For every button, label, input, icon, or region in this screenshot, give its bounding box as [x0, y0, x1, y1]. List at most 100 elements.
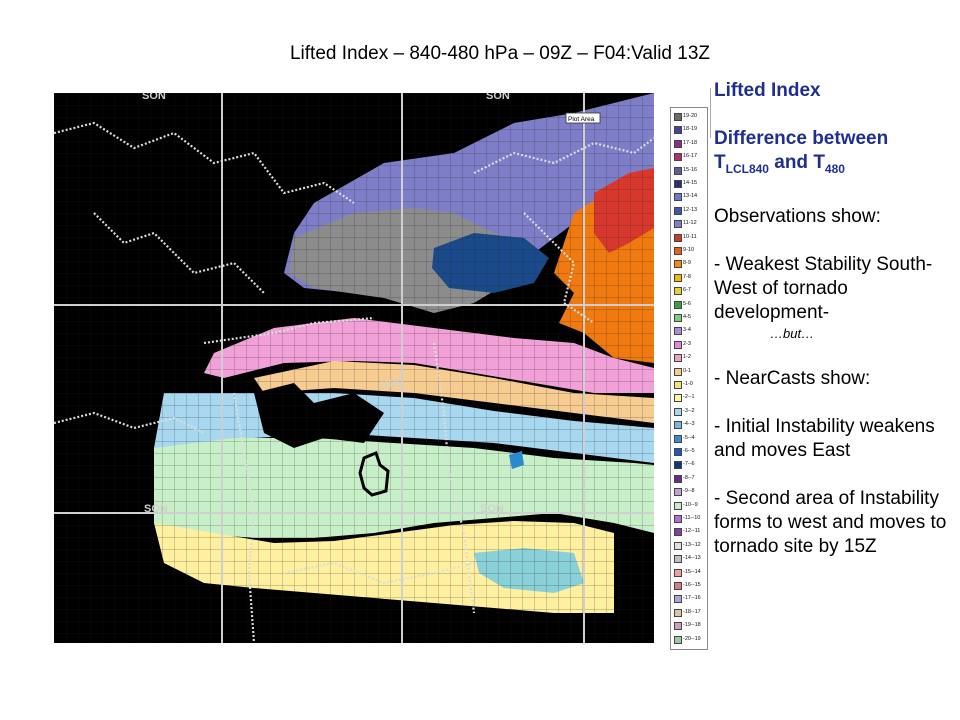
legend-swatch: [674, 260, 682, 269]
legend-label: -18--17: [683, 608, 701, 615]
legend-label: -17--16: [683, 595, 701, 602]
legend-label: 13-14: [683, 193, 698, 200]
page-title: Lifted Index – 840-480 hPa – 09Z – F04:V…: [289, 43, 711, 64]
legend-label: -4--3: [683, 421, 695, 428]
legend-swatch: [674, 488, 682, 497]
legend-label: 9-10: [683, 247, 695, 253]
map-canvas: SON SON COE SON SON Plot Area: [54, 93, 654, 643]
legend-label: -7--6: [683, 461, 695, 468]
legend-swatch: [674, 474, 682, 483]
legend-label: -13--12: [683, 541, 701, 548]
legend-swatch: [674, 340, 682, 349]
legend-item: 5-6: [674, 300, 708, 310]
legend-swatch: [674, 421, 682, 430]
legend-label: 5-6: [683, 300, 691, 307]
lifted-index-map: SON SON COE SON SON Plot Area: [54, 93, 654, 643]
bullet-weakest-stability: - Weakest Stability South-West of tornad…: [714, 253, 933, 323]
legend-item: -20--19: [674, 635, 708, 645]
legend-swatch: [674, 233, 682, 242]
legend-label: 8-9: [683, 260, 691, 267]
bullet-initial-instability: - Initial Instability weakens and moves …: [714, 415, 935, 461]
site-label: SON: [486, 93, 510, 102]
legend-label: -3--2: [683, 407, 695, 414]
legend-item: 6-7: [674, 286, 708, 296]
legend-label: -10--9: [683, 501, 698, 508]
legend-swatch: [674, 501, 682, 510]
legend-item: 13-14: [674, 192, 708, 202]
legend-item: -6--5: [674, 447, 708, 457]
panel-heading: Lifted Index: [714, 80, 821, 101]
legend-swatch: [674, 193, 682, 202]
legend-item: -16--15: [674, 581, 708, 591]
legend-item: 19-20: [674, 112, 708, 122]
legend-swatch: [674, 595, 682, 604]
legend-swatch: [674, 635, 682, 644]
legend-item: 1-2: [674, 353, 708, 363]
formula-line: TLCL840 and T480: [714, 152, 845, 176]
legend-item: 3-4: [674, 326, 708, 336]
legend-label: -14--13: [683, 555, 701, 562]
legend-swatch: [674, 166, 682, 175]
legend-label: 14-15: [683, 180, 698, 186]
legend-swatch: [674, 407, 682, 416]
legend-label: 19-20: [683, 113, 698, 119]
legend-label: -12--11: [683, 528, 701, 535]
legend-item: -14--13: [674, 554, 708, 564]
legend-item: 8-9: [674, 259, 708, 269]
site-label: COE: [380, 378, 404, 390]
legend-label: -1-0: [683, 381, 693, 387]
legend-swatch: [674, 180, 682, 188]
legend-swatch: [674, 448, 682, 456]
legend-swatch: [674, 327, 682, 336]
legend-item: 15-16: [674, 166, 708, 176]
legend-swatch: [674, 582, 682, 590]
legend-item: 2-3: [674, 340, 708, 350]
legend-swatch: [674, 434, 682, 443]
legend-item: -18--17: [674, 608, 708, 618]
legend-label: 2-3: [683, 340, 691, 347]
legend-label: 15-16: [683, 166, 698, 173]
legend-label: -6--5: [683, 448, 695, 454]
bullet-second-area: - Second area of Instability forms to we…: [714, 487, 947, 557]
legend-item: -9--8: [674, 487, 708, 497]
legend-swatch: [674, 394, 682, 403]
legend-item: -13--12: [674, 541, 708, 551]
legend-label: 6-7: [683, 287, 691, 294]
legend-item: -8--7: [674, 474, 708, 484]
observations-label: Observations show:: [714, 205, 881, 227]
but-text: …but…: [770, 325, 815, 341]
legend-item: 9-10: [674, 246, 708, 256]
legend-label: -11--10: [683, 515, 701, 521]
legend-item: -2--1: [674, 393, 708, 403]
legend-swatch: [674, 300, 682, 309]
map-grid: [54, 93, 654, 643]
legend-swatch: [674, 541, 682, 550]
legend-label: -20--19: [683, 635, 701, 642]
legend-swatch: [674, 126, 682, 135]
legend-label: 16-17: [683, 153, 698, 160]
legend-swatch: [674, 314, 682, 322]
legend-swatch: [674, 622, 682, 631]
legend-item: -7--6: [674, 460, 708, 470]
legend-item: -12--11: [674, 527, 708, 537]
legend-swatch: [674, 367, 682, 376]
legend-item: -1-0: [674, 380, 708, 390]
legend-label: 4-5: [683, 314, 691, 320]
legend-label: -8--7: [683, 474, 695, 481]
legend-item: 14-15: [674, 179, 708, 189]
legend-swatch: [674, 113, 682, 121]
legend-label: -16--15: [683, 582, 701, 588]
legend-item: -10--9: [674, 501, 708, 511]
site-label: SON: [142, 93, 166, 102]
legend-swatch: [674, 287, 682, 296]
legend-item: 16-17: [674, 152, 708, 162]
legend-swatch: [674, 555, 682, 564]
legend-item: -17--16: [674, 594, 708, 604]
legend-item: -19--18: [674, 621, 708, 631]
legend-item: -5--4: [674, 434, 708, 444]
legend-item: 4-5: [674, 313, 708, 323]
legend-swatch: [674, 461, 682, 470]
legend-label: 1-2: [683, 354, 691, 361]
legend-item: 0-1: [674, 367, 708, 377]
legend-swatch: [674, 220, 682, 229]
